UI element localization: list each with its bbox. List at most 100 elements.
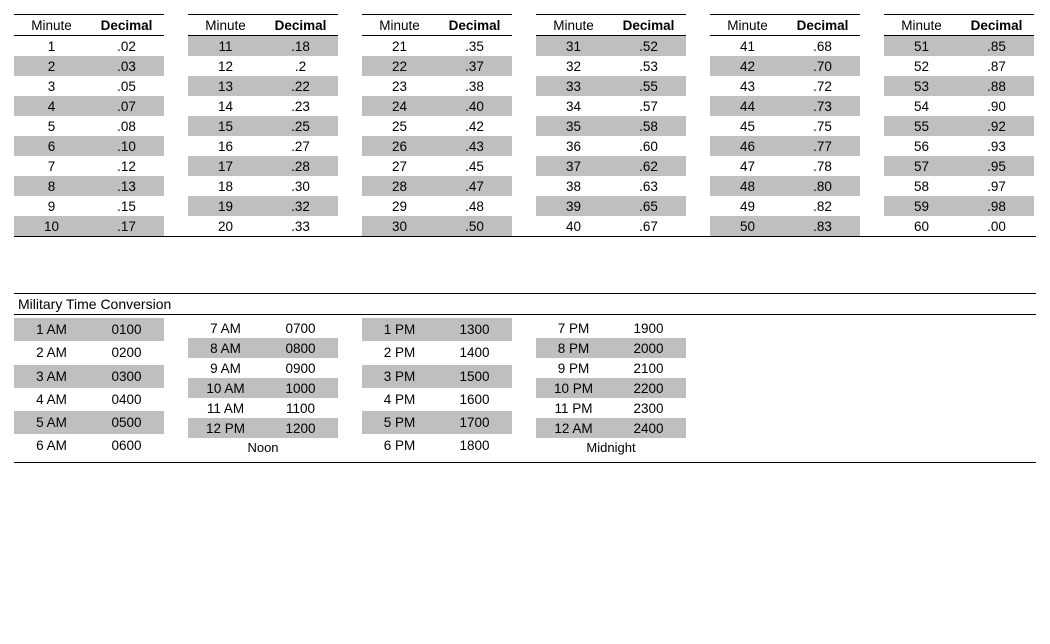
table-row: 7.12: [14, 156, 164, 176]
table-row: 12.2: [188, 56, 338, 76]
cell-standard-time: 12 AM: [536, 418, 611, 438]
cell-minute: 2: [14, 56, 89, 76]
cell-standard-time: 7 AM: [188, 318, 263, 338]
cell-minute: 54: [884, 96, 959, 116]
header-minute: Minute: [14, 15, 89, 36]
cell-minute: 30: [362, 216, 437, 236]
cell-standard-time: 1 AM: [14, 318, 89, 341]
cell-minute: 39: [536, 196, 611, 216]
cell-military-time: 0300: [89, 365, 164, 388]
cell-minute: 56: [884, 136, 959, 156]
header-decimal: Decimal: [785, 15, 860, 36]
cell-decimal: .28: [263, 156, 338, 176]
cell-minute: 53: [884, 76, 959, 96]
cell-minute: 46: [710, 136, 785, 156]
header-decimal: Decimal: [89, 15, 164, 36]
cell-minute: 41: [710, 36, 785, 57]
table-row: 51.85: [884, 36, 1034, 57]
cell-minute: 31: [536, 36, 611, 57]
cell-decimal: .65: [611, 196, 686, 216]
cell-standard-time: 8 PM: [536, 338, 611, 358]
table-row: 25.42: [362, 116, 512, 136]
cell-decimal: .13: [89, 176, 164, 196]
table-row: 12 PM1200: [188, 418, 338, 438]
table-row: 9 PM2100: [536, 358, 686, 378]
table-row: 6 PM1800: [362, 434, 512, 457]
table-row: 23.38: [362, 76, 512, 96]
cell-minute: 33: [536, 76, 611, 96]
minute-decimal-column: MinuteDecimal11.1812.213.2214.2315.2516.…: [188, 14, 338, 236]
table-row: 8.13: [14, 176, 164, 196]
cell-decimal: .75: [785, 116, 860, 136]
table-row: 20.33: [188, 216, 338, 236]
cell-decimal: .10: [89, 136, 164, 156]
cell-decimal: .72: [785, 76, 860, 96]
cell-military-time: 2400: [611, 418, 686, 438]
table-row: 18.30: [188, 176, 338, 196]
table-row: 30.50: [362, 216, 512, 236]
header-minute: Minute: [536, 15, 611, 36]
table-row: 5 AM0500: [14, 411, 164, 434]
military-column: 1 AM01002 AM02003 AM03004 AM04005 AM0500…: [14, 318, 164, 458]
military-column: 1 PM13002 PM14003 PM15004 PM16005 PM1700…: [362, 318, 512, 458]
cell-standard-time: 12 PM: [188, 418, 263, 438]
cell-decimal: .62: [611, 156, 686, 176]
table-row: 4 AM0400: [14, 388, 164, 411]
cell-decimal: .77: [785, 136, 860, 156]
header-decimal: Decimal: [611, 15, 686, 36]
table-row: 19.32: [188, 196, 338, 216]
table-row: 6 AM0600: [14, 434, 164, 457]
cell-minute: 50: [710, 216, 785, 236]
table-row: 14.23: [188, 96, 338, 116]
cell-decimal: .27: [263, 136, 338, 156]
cell-minute: 48: [710, 176, 785, 196]
cell-minute: 55: [884, 116, 959, 136]
cell-decimal: .78: [785, 156, 860, 176]
table-row: 8 AM0800: [188, 338, 338, 358]
table-row: 24.40: [362, 96, 512, 116]
cell-decimal: .08: [89, 116, 164, 136]
cell-decimal: .45: [437, 156, 512, 176]
cell-decimal: .68: [785, 36, 860, 57]
cell-standard-time: 2 AM: [14, 341, 89, 364]
cell-minute: 1: [14, 36, 89, 57]
cell-minute: 45: [710, 116, 785, 136]
cell-minute: 21: [362, 36, 437, 57]
military-tables: 1 AM01002 AM02003 AM03004 AM04005 AM0500…: [14, 318, 1036, 463]
table-row: 7 AM0700: [188, 318, 338, 338]
cell-minute: 5: [14, 116, 89, 136]
cell-military-time: 1900: [611, 318, 686, 338]
cell-minute: 37: [536, 156, 611, 176]
cell-decimal: .33: [263, 216, 338, 236]
cell-minute: 11: [188, 36, 263, 57]
table-row: 1 PM1300: [362, 318, 512, 341]
cell-decimal: .85: [959, 36, 1034, 57]
table-row: 9 AM0900: [188, 358, 338, 378]
cell-minute: 10: [14, 216, 89, 236]
cell-minute: 51: [884, 36, 959, 57]
cell-minute: 42: [710, 56, 785, 76]
table-row: 35.58: [536, 116, 686, 136]
table-row: 22.37: [362, 56, 512, 76]
cell-standard-time: 11 AM: [188, 398, 263, 418]
cell-minute: 17: [188, 156, 263, 176]
table-row: 49.82: [710, 196, 860, 216]
cell-minute: 18: [188, 176, 263, 196]
minute-decimal-column: MinuteDecimal1.022.033.054.075.086.107.1…: [14, 14, 164, 236]
cell-decimal: .80: [785, 176, 860, 196]
cell-decimal: .38: [437, 76, 512, 96]
cell-standard-time: 1 PM: [362, 318, 437, 341]
minute-decimal-column: MinuteDecimal41.6842.7043.7244.7345.7546…: [710, 14, 860, 236]
cell-minute: 52: [884, 56, 959, 76]
minute-decimal-tables: MinuteDecimal1.022.033.054.075.086.107.1…: [14, 14, 1036, 237]
cell-military-time: 0200: [89, 341, 164, 364]
table-row: 17.28: [188, 156, 338, 176]
cell-decimal: .88: [959, 76, 1034, 96]
cell-minute: 59: [884, 196, 959, 216]
table-row: 5 PM1700: [362, 411, 512, 434]
table-row: 2 AM0200: [14, 341, 164, 364]
column-note: Noon: [188, 438, 338, 458]
header-minute: Minute: [188, 15, 263, 36]
cell-decimal: .37: [437, 56, 512, 76]
header-minute: Minute: [884, 15, 959, 36]
